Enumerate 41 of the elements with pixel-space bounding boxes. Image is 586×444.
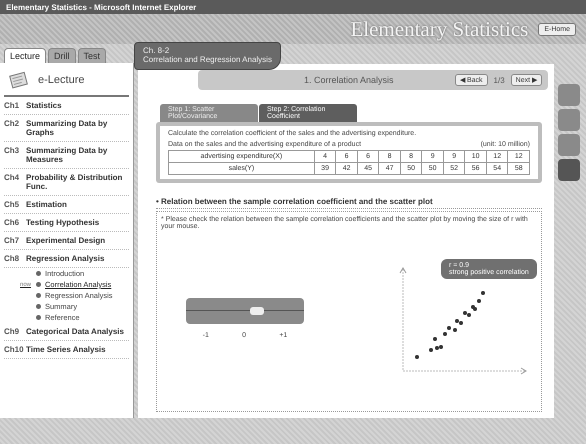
chapter-link[interactable]: Time Series Analysis [26, 345, 106, 354]
sidebar-tab[interactable]: Drill [48, 48, 76, 63]
chapter-number: Ch6 [4, 218, 20, 227]
side-tab-icon[interactable] [558, 134, 580, 156]
chapter-title: Correlation and Regression Analysis [143, 55, 272, 64]
bullet-icon [36, 271, 41, 276]
chapter-number: Ch. 8-2 [143, 46, 170, 55]
notebook-icon [8, 71, 30, 89]
page-indicator: 1/3 [494, 76, 505, 84]
app-title: Elementary Statistics [350, 16, 528, 42]
chapter-link[interactable]: Probability & Distribution Func. [26, 173, 129, 191]
side-tab-icon[interactable] [558, 109, 580, 131]
chapter-number: Ch1 [4, 101, 20, 110]
chapter-number: Ch3 [4, 146, 20, 157]
sidebar-tab[interactable]: Test [78, 48, 106, 63]
bullet-icon [36, 282, 41, 287]
chapter-number: Ch2 [4, 119, 20, 130]
window-title: Elementary Statistics - Microsoft Internet Explorer [0, 0, 586, 14]
chapter-number: Ch7 [4, 236, 20, 245]
sidebar-tab[interactable]: Lecture [4, 48, 46, 63]
section-title: 1. Correlation Analysis [303, 75, 394, 85]
side-tab-icon[interactable] [558, 84, 580, 106]
chapter-link[interactable]: Regression Analysis [26, 254, 104, 263]
bullet-icon [36, 315, 41, 320]
bullet-icon [36, 293, 41, 298]
chapter-number: Ch5 [4, 200, 20, 209]
chapter-link[interactable]: Estimation [26, 200, 67, 209]
chapter-link[interactable]: Categorical Data Analysis [26, 327, 124, 336]
chapter-link[interactable]: Experimental Design [26, 236, 106, 245]
chapter-link[interactable]: Summarizing Data by Measures [26, 146, 129, 164]
slider-thumb[interactable] [250, 307, 264, 315]
chapter-number: Ch8 [4, 254, 20, 263]
sidebar-heading: e-Lecture [38, 74, 84, 86]
chapter-number: Ch4 [4, 173, 20, 184]
chapter-link[interactable]: Summarizing Data by Graphs [26, 119, 129, 137]
chapter-link[interactable]: Statistics [26, 101, 62, 110]
section-heading: • Relation between the sample correlation coefficient and the scatter plot [156, 197, 542, 209]
bullet-icon [36, 304, 41, 309]
chapter-link[interactable]: Testing Hypothesis [26, 218, 100, 227]
chapter-number: Ch9 [4, 327, 20, 336]
side-tab-icon[interactable] [558, 159, 580, 181]
